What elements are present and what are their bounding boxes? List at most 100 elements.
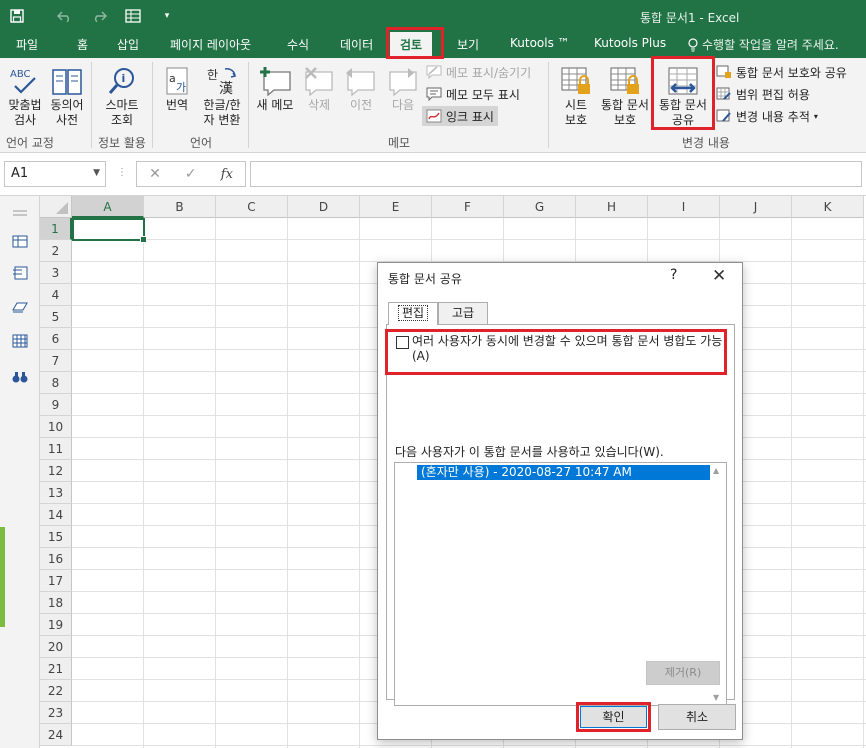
form-icon[interactable] [116, 0, 150, 32]
tab-editing[interactable]: 편집 [388, 302, 438, 325]
column-header[interactable]: G [504, 196, 576, 218]
select-all-button[interactable] [40, 196, 72, 218]
tab-data[interactable]: 데이터 [340, 36, 373, 53]
protect-share-button[interactable]: 통합 문서 보호와 공유 [716, 62, 847, 82]
row-header[interactable]: 17 [40, 570, 72, 592]
protect-share-icon [716, 65, 731, 78]
formula-bar: A1 ▼ ⋮ ✕ ✓ fx [0, 153, 866, 196]
autotext-icon[interactable] [10, 264, 30, 282]
group-separator [152, 62, 153, 148]
new-comment-button[interactable]: 새 메모 [252, 62, 298, 113]
column-header[interactable]: A [72, 196, 144, 218]
pane-expand-handle[interactable] [0, 527, 5, 627]
row-header[interactable]: 6 [40, 328, 72, 350]
protect-workbook-button[interactable]: 통합 문서 보호 [597, 62, 653, 128]
tab-page-layout[interactable]: 페이지 레이아웃 [170, 36, 251, 53]
column-header[interactable]: C [216, 196, 288, 218]
tab-formulas[interactable]: 수식 [287, 36, 309, 53]
row-header[interactable]: 10 [40, 416, 72, 438]
customize-icon[interactable]: ▾ [150, 0, 184, 32]
insert-function-icon[interactable]: fx [221, 167, 233, 182]
smart-lookup-button[interactable]: i 스마트 조회 [96, 62, 148, 128]
checkbox-highlight [385, 329, 727, 375]
row-header[interactable]: 3 [40, 262, 72, 284]
row-header[interactable]: 19 [40, 614, 72, 636]
previous-comment-button[interactable]: 이전 [342, 62, 380, 113]
confirm-entry-icon[interactable]: ✓ [185, 166, 197, 182]
close-icon[interactable]: ✕ [712, 266, 726, 286]
row-header[interactable]: 1 [40, 218, 72, 240]
svg-text:가: 가 [176, 81, 186, 94]
help-icon[interactable]: ? [670, 267, 677, 283]
column-header[interactable]: F [432, 196, 504, 218]
allow-edit-ranges-button[interactable]: 범위 편집 허용 [716, 84, 810, 104]
show-ink-button[interactable]: 잉크 표시 [422, 106, 498, 126]
active-cell[interactable] [72, 218, 147, 243]
row-header[interactable]: 16 [40, 548, 72, 570]
row-header[interactable]: 20 [40, 636, 72, 658]
find-replace-icon[interactable] [10, 368, 30, 386]
tab-view[interactable]: 보기 [457, 36, 479, 53]
column-header[interactable]: K [792, 196, 864, 218]
scroll-down-icon[interactable]: ▼ [713, 693, 719, 702]
row-header[interactable]: 14 [40, 504, 72, 526]
row-header[interactable]: 13 [40, 482, 72, 504]
row-header[interactable]: 21 [40, 658, 72, 680]
remove-user-button[interactable]: 제거(R) [646, 661, 720, 685]
column-list-icon[interactable] [10, 332, 30, 350]
tab-insert[interactable]: 삽입 [117, 36, 139, 53]
tab-advanced[interactable]: 고급 [438, 302, 488, 324]
show-all-comments-button[interactable]: 메모 모두 표시 [426, 84, 520, 104]
row-header[interactable]: 9 [40, 394, 72, 416]
list-item[interactable]: (혼자만 사용) - 2020-08-27 10:47 AM [417, 465, 710, 480]
name-box[interactable]: A1 ▼ [4, 161, 106, 187]
row-header[interactable]: 4 [40, 284, 72, 306]
tab-kutools-plus[interactable]: Kutools Plus [594, 36, 666, 50]
row-header[interactable]: 2 [40, 240, 72, 262]
tab-home[interactable]: 홈 [77, 36, 88, 53]
name-manager-icon[interactable] [10, 298, 30, 316]
undo-icon[interactable] [48, 0, 82, 32]
row-header[interactable]: 5 [40, 306, 72, 328]
tab-file[interactable]: 파일 [16, 36, 38, 53]
column-header[interactable]: I [648, 196, 720, 218]
chevron-down-icon[interactable]: ▼ [93, 168, 100, 178]
delete-comment-button[interactable]: 삭제 [300, 62, 338, 113]
svg-text:i: i [122, 72, 126, 85]
formula-input[interactable] [250, 161, 862, 187]
row-header[interactable]: 8 [40, 372, 72, 394]
save-icon[interactable] [0, 0, 34, 32]
cancel-button[interactable]: 취소 [658, 704, 736, 730]
row-header[interactable]: 11 [40, 438, 72, 460]
protect-workbook-icon [609, 62, 641, 96]
show-hide-comment-button[interactable]: 메모 표시/숨기기 [426, 62, 531, 82]
row-header[interactable]: 12 [40, 460, 72, 482]
cancel-entry-icon[interactable]: ✕ [149, 166, 161, 182]
row-header[interactable]: 22 [40, 680, 72, 702]
row-header[interactable]: 24 [40, 724, 72, 746]
redo-icon[interactable] [82, 0, 116, 32]
row-header[interactable]: 23 [40, 702, 72, 724]
pane-grip-icon[interactable] [10, 204, 30, 222]
thesaurus-icon [51, 62, 83, 96]
column-header[interactable]: J [720, 196, 792, 218]
tell-me-box[interactable]: 수행할 작업을 알려 주세요. [688, 36, 839, 53]
scroll-up-icon[interactable]: ▲ [713, 466, 719, 475]
resize-handle-icon[interactable]: ⋮ [117, 167, 127, 178]
tab-kutools[interactable]: Kutools ™ [510, 36, 570, 50]
row-header[interactable]: 18 [40, 592, 72, 614]
row-header[interactable]: 7 [40, 350, 72, 372]
track-changes-button[interactable]: 변경 내용 추적 ▾ [716, 106, 818, 126]
workbook-sheet-icon[interactable] [10, 232, 30, 250]
column-header[interactable]: E [360, 196, 432, 218]
column-header[interactable]: H [576, 196, 648, 218]
next-comment-button[interactable]: 다음 [384, 62, 422, 113]
column-header[interactable]: B [144, 196, 216, 218]
spelling-button[interactable]: ABC 맞춤법 검사 [4, 62, 46, 128]
row-header[interactable]: 15 [40, 526, 72, 548]
protect-sheet-button[interactable]: 시트 보호 [553, 62, 599, 128]
thesaurus-button[interactable]: 동의어 사전 [47, 62, 87, 128]
column-header[interactable]: D [288, 196, 360, 218]
hangul-hanja-button[interactable]: 한漢 한글/한 자 변환 [198, 62, 246, 128]
translate-button[interactable]: a가 번역 [158, 62, 196, 113]
